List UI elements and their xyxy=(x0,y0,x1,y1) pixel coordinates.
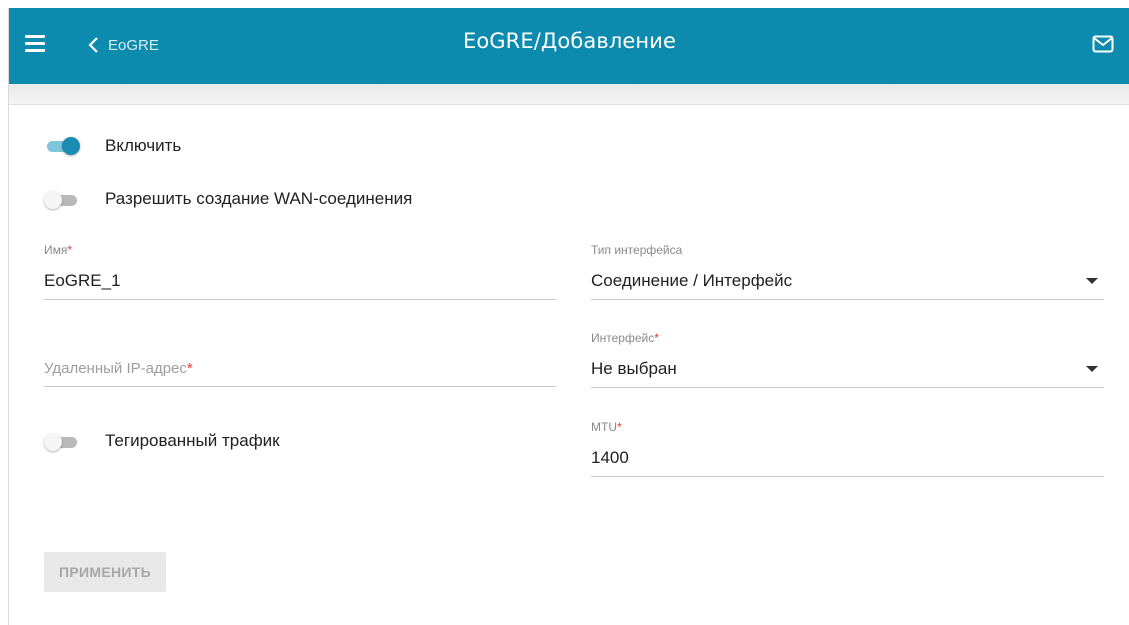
app-window: EoGRE EoGRE/Добавление Включить Разрешит… xyxy=(8,8,1129,625)
remote-ip-input[interactable]: Удаленный IP-адрес* xyxy=(44,360,193,377)
header-shadow xyxy=(9,84,1129,105)
interface-type-label: Тип интерфейса xyxy=(591,243,683,257)
interface-label: Интерфейс* xyxy=(591,331,659,345)
mail-icon[interactable] xyxy=(1092,35,1114,53)
name-input[interactable]: EoGRE_1 xyxy=(44,271,121,291)
mtu-input[interactable]: 1400 xyxy=(591,448,629,468)
enable-toggle[interactable] xyxy=(44,137,80,155)
tagged-traffic-label: Тегированный трафик xyxy=(105,431,280,450)
enable-label: Включить xyxy=(105,136,182,155)
interface-type-underline xyxy=(591,299,1104,300)
caret-down-icon[interactable] xyxy=(1086,366,1098,372)
allow-wan-label: Разрешить создание WAN-соединения xyxy=(105,189,413,208)
apply-button[interactable]: ПРИМЕНИТЬ xyxy=(44,552,166,592)
allow-wan-toggle[interactable] xyxy=(44,191,80,209)
interface-type-select[interactable]: Соединение / Интерфейс xyxy=(591,271,792,291)
name-label: Имя* xyxy=(44,243,73,257)
remote-ip-underline xyxy=(44,386,556,387)
page-title: EoGRE/Добавление xyxy=(462,29,676,53)
interface-select[interactable]: Не выбран xyxy=(591,359,677,379)
tagged-traffic-toggle[interactable] xyxy=(44,433,80,451)
name-underline xyxy=(44,299,556,300)
mtu-label: MTU* xyxy=(591,420,622,434)
interface-underline xyxy=(591,387,1104,388)
caret-down-icon[interactable] xyxy=(1086,278,1098,284)
mtu-underline xyxy=(591,476,1104,477)
top-bar: EoGRE EoGRE/Добавление xyxy=(9,8,1129,84)
